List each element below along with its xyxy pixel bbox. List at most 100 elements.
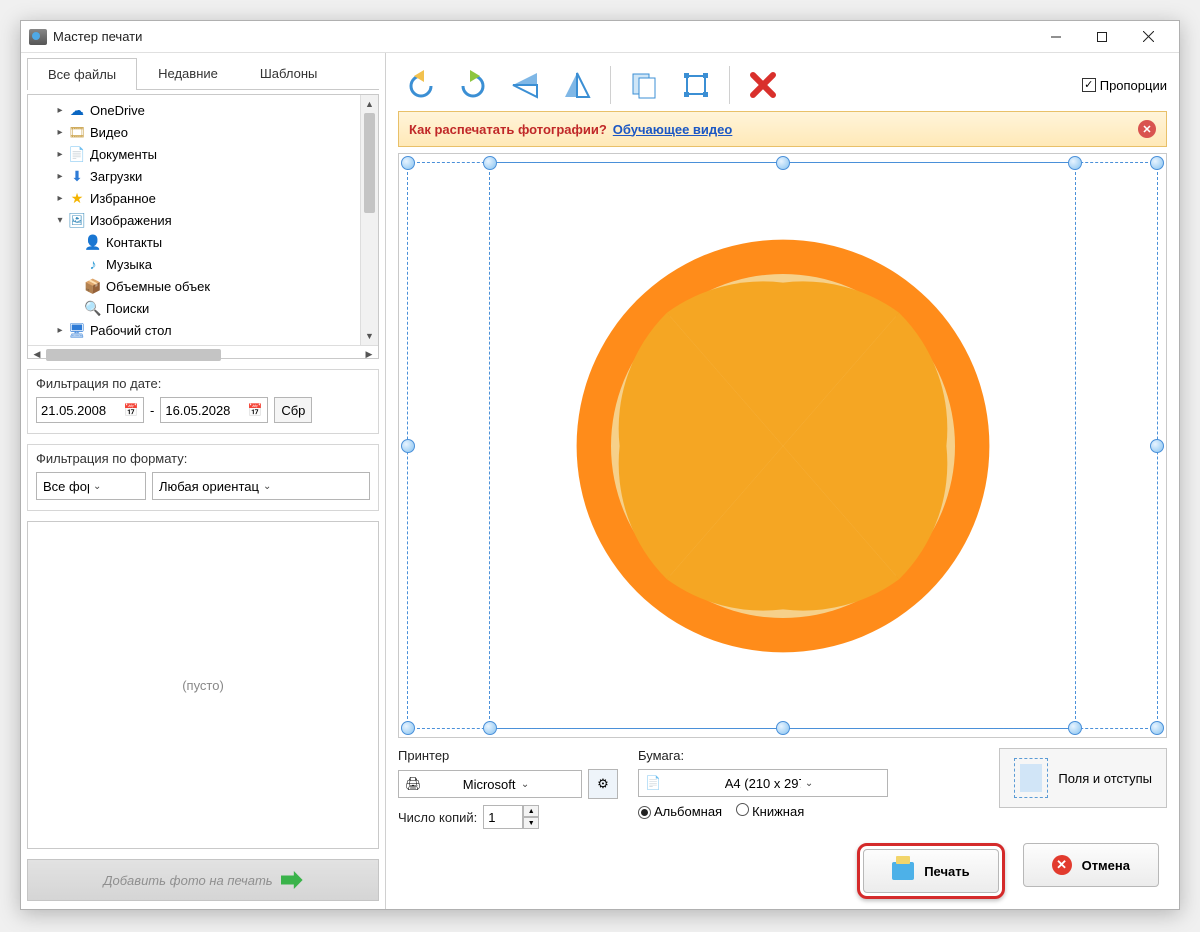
tutorial-link[interactable]: Обучающее видео — [613, 122, 733, 137]
scroll-track[interactable] — [361, 213, 378, 327]
tree-item[interactable]: 📦Объемные объек — [28, 275, 360, 297]
tree-item[interactable]: ▸☁OneDrive — [28, 99, 360, 121]
folder-icon: ★ — [68, 190, 86, 206]
scroll-down-button[interactable]: ▼ — [361, 327, 378, 345]
rotate-right-icon — [456, 70, 490, 100]
printer-icon: 🖨 — [405, 776, 459, 792]
tab-recent[interactable]: Недавние — [137, 57, 239, 89]
maximize-button[interactable] — [1079, 22, 1125, 52]
cancel-button[interactable]: ✕ Отмена — [1023, 843, 1159, 887]
date-filter-group: Фильтрация по дате: 📅 - 📅 Сбр — [27, 369, 379, 434]
date-from-field[interactable] — [41, 403, 123, 418]
tree-item[interactable]: ▸📄Документы — [28, 143, 360, 165]
printer-settings-button[interactable]: ⚙ — [588, 769, 618, 799]
date-from-input[interactable]: 📅 — [36, 397, 144, 423]
expand-icon: ▸ — [54, 325, 66, 336]
handle-tm[interactable] — [776, 156, 790, 170]
landscape-radio[interactable]: Альбомная — [638, 804, 722, 819]
tree-item[interactable]: ♪Музыка — [28, 253, 360, 275]
date-to-field[interactable] — [165, 403, 247, 418]
margins-button[interactable]: Поля и отступы — [999, 748, 1167, 808]
handle-bl[interactable] — [401, 721, 415, 735]
date-to-input[interactable]: 📅 — [160, 397, 268, 423]
handle-inner-tr[interactable] — [1068, 156, 1082, 170]
window-title: Мастер печати — [53, 29, 1033, 44]
portrait-radio[interactable]: Книжная — [736, 803, 804, 819]
handle-ml[interactable] — [401, 439, 415, 453]
tree-item[interactable]: 🔍Поиски — [28, 297, 360, 319]
flip-horizontal-button[interactable] — [554, 63, 600, 107]
gear-icon: ⚙ — [597, 776, 609, 792]
reset-date-button[interactable]: Сбр — [274, 397, 312, 423]
handle-br[interactable] — [1150, 721, 1164, 735]
orientation-combo[interactable]: Любая ориентация⌄ — [152, 472, 370, 500]
folder-icon: 📄 — [68, 146, 86, 162]
main-area: ✓ Пропорции Как распечатать фотографии? … — [386, 53, 1179, 909]
tab-all-files[interactable]: Все файлы — [27, 58, 137, 90]
copies-spinner[interactable]: ▲ ▼ — [483, 805, 539, 829]
notice-close-button[interactable]: ✕ — [1138, 120, 1156, 138]
calendar-icon[interactable]: 📅 — [123, 402, 139, 418]
add-photo-button[interactable]: Добавить фото на печать — [27, 859, 379, 901]
tree-items[interactable]: ▸☁OneDrive▸🎞Видео▸📄Документы▸⬇Загрузки▸★… — [28, 95, 360, 345]
rotate-left-icon — [404, 70, 438, 100]
close-icon — [1143, 31, 1154, 42]
print-wizard-window: Мастер печати Все файлы Недавние Шаблоны… — [20, 20, 1180, 910]
date-separator: - — [150, 403, 154, 418]
scroll-right-button[interactable]: ▶ — [360, 346, 378, 364]
tree-item[interactable]: ▾🖼Изображения — [28, 209, 360, 231]
copy-icon — [629, 70, 659, 100]
spin-down-button[interactable]: ▼ — [523, 817, 539, 829]
copies-label: Число копий: — [398, 810, 477, 825]
handle-mr[interactable] — [1150, 439, 1164, 453]
tree-item[interactable]: ▸🎞Видео — [28, 121, 360, 143]
print-button[interactable]: Печать — [863, 849, 998, 893]
delete-icon — [749, 71, 777, 99]
close-button[interactable] — [1125, 22, 1171, 52]
toolbar-separator — [729, 66, 730, 104]
tree-item[interactable]: ▸🖥Рабочий стол — [28, 319, 360, 341]
minimize-button[interactable] — [1033, 22, 1079, 52]
handle-inner-tl[interactable] — [483, 156, 497, 170]
tree-item-label: Документы — [90, 147, 157, 162]
hscroll-thumb[interactable] — [46, 349, 221, 361]
vertical-scrollbar[interactable]: ▲ ▼ — [360, 95, 378, 345]
chevron-down-icon: ⌄ — [805, 778, 881, 789]
proportions-toggle[interactable]: ✓ Пропорции — [1082, 78, 1167, 93]
tree-item-label: Избранное — [90, 191, 156, 206]
titlebar: Мастер печати — [21, 21, 1179, 53]
tree-item[interactable]: ▸⬇Загрузки — [28, 165, 360, 187]
action-row: Печать ✕ Отмена — [398, 843, 1167, 899]
format-combo[interactable]: Все форма⌄ — [36, 472, 146, 500]
rotate-right-button[interactable] — [450, 63, 496, 107]
scroll-left-button[interactable]: ◀ — [28, 346, 46, 364]
delete-button[interactable] — [740, 63, 786, 107]
flip-vertical-button[interactable] — [502, 63, 548, 107]
content: Все файлы Недавние Шаблоны ▸☁OneDrive▸🎞В… — [21, 53, 1179, 909]
crop-icon — [681, 70, 711, 100]
outer-selection[interactable] — [407, 162, 1158, 729]
tree-item[interactable]: ▸★Избранное — [28, 187, 360, 209]
tree-item[interactable]: 👤Контакты — [28, 231, 360, 253]
handle-tr[interactable] — [1150, 156, 1164, 170]
scroll-thumb[interactable] — [364, 113, 375, 213]
tab-templates[interactable]: Шаблоны — [239, 57, 339, 89]
handle-inner-br[interactable] — [1068, 721, 1082, 735]
copy-button[interactable] — [621, 63, 667, 107]
horizontal-scrollbar[interactable]: ◀ ▶ — [28, 345, 378, 363]
copies-input[interactable] — [483, 805, 523, 829]
crop-button[interactable] — [673, 63, 719, 107]
print-button-highlight: Печать — [857, 843, 1004, 899]
printer-combo[interactable]: 🖨 Microsoft Pri⌄ — [398, 770, 582, 798]
spin-up-button[interactable]: ▲ — [523, 805, 539, 817]
calendar-icon[interactable]: 📅 — [247, 402, 263, 418]
tree-item-label: Музыка — [106, 257, 152, 272]
handle-tl[interactable] — [401, 156, 415, 170]
rotate-left-button[interactable] — [398, 63, 444, 107]
handle-inner-bl[interactable] — [483, 721, 497, 735]
handle-bm[interactable] — [776, 721, 790, 735]
paper-combo[interactable]: 📄 A4 (210 x 297 мм)⌄ — [638, 769, 888, 797]
cancel-icon: ✕ — [1052, 855, 1072, 875]
scroll-up-button[interactable]: ▲ — [361, 95, 378, 113]
print-canvas[interactable] — [398, 153, 1167, 738]
